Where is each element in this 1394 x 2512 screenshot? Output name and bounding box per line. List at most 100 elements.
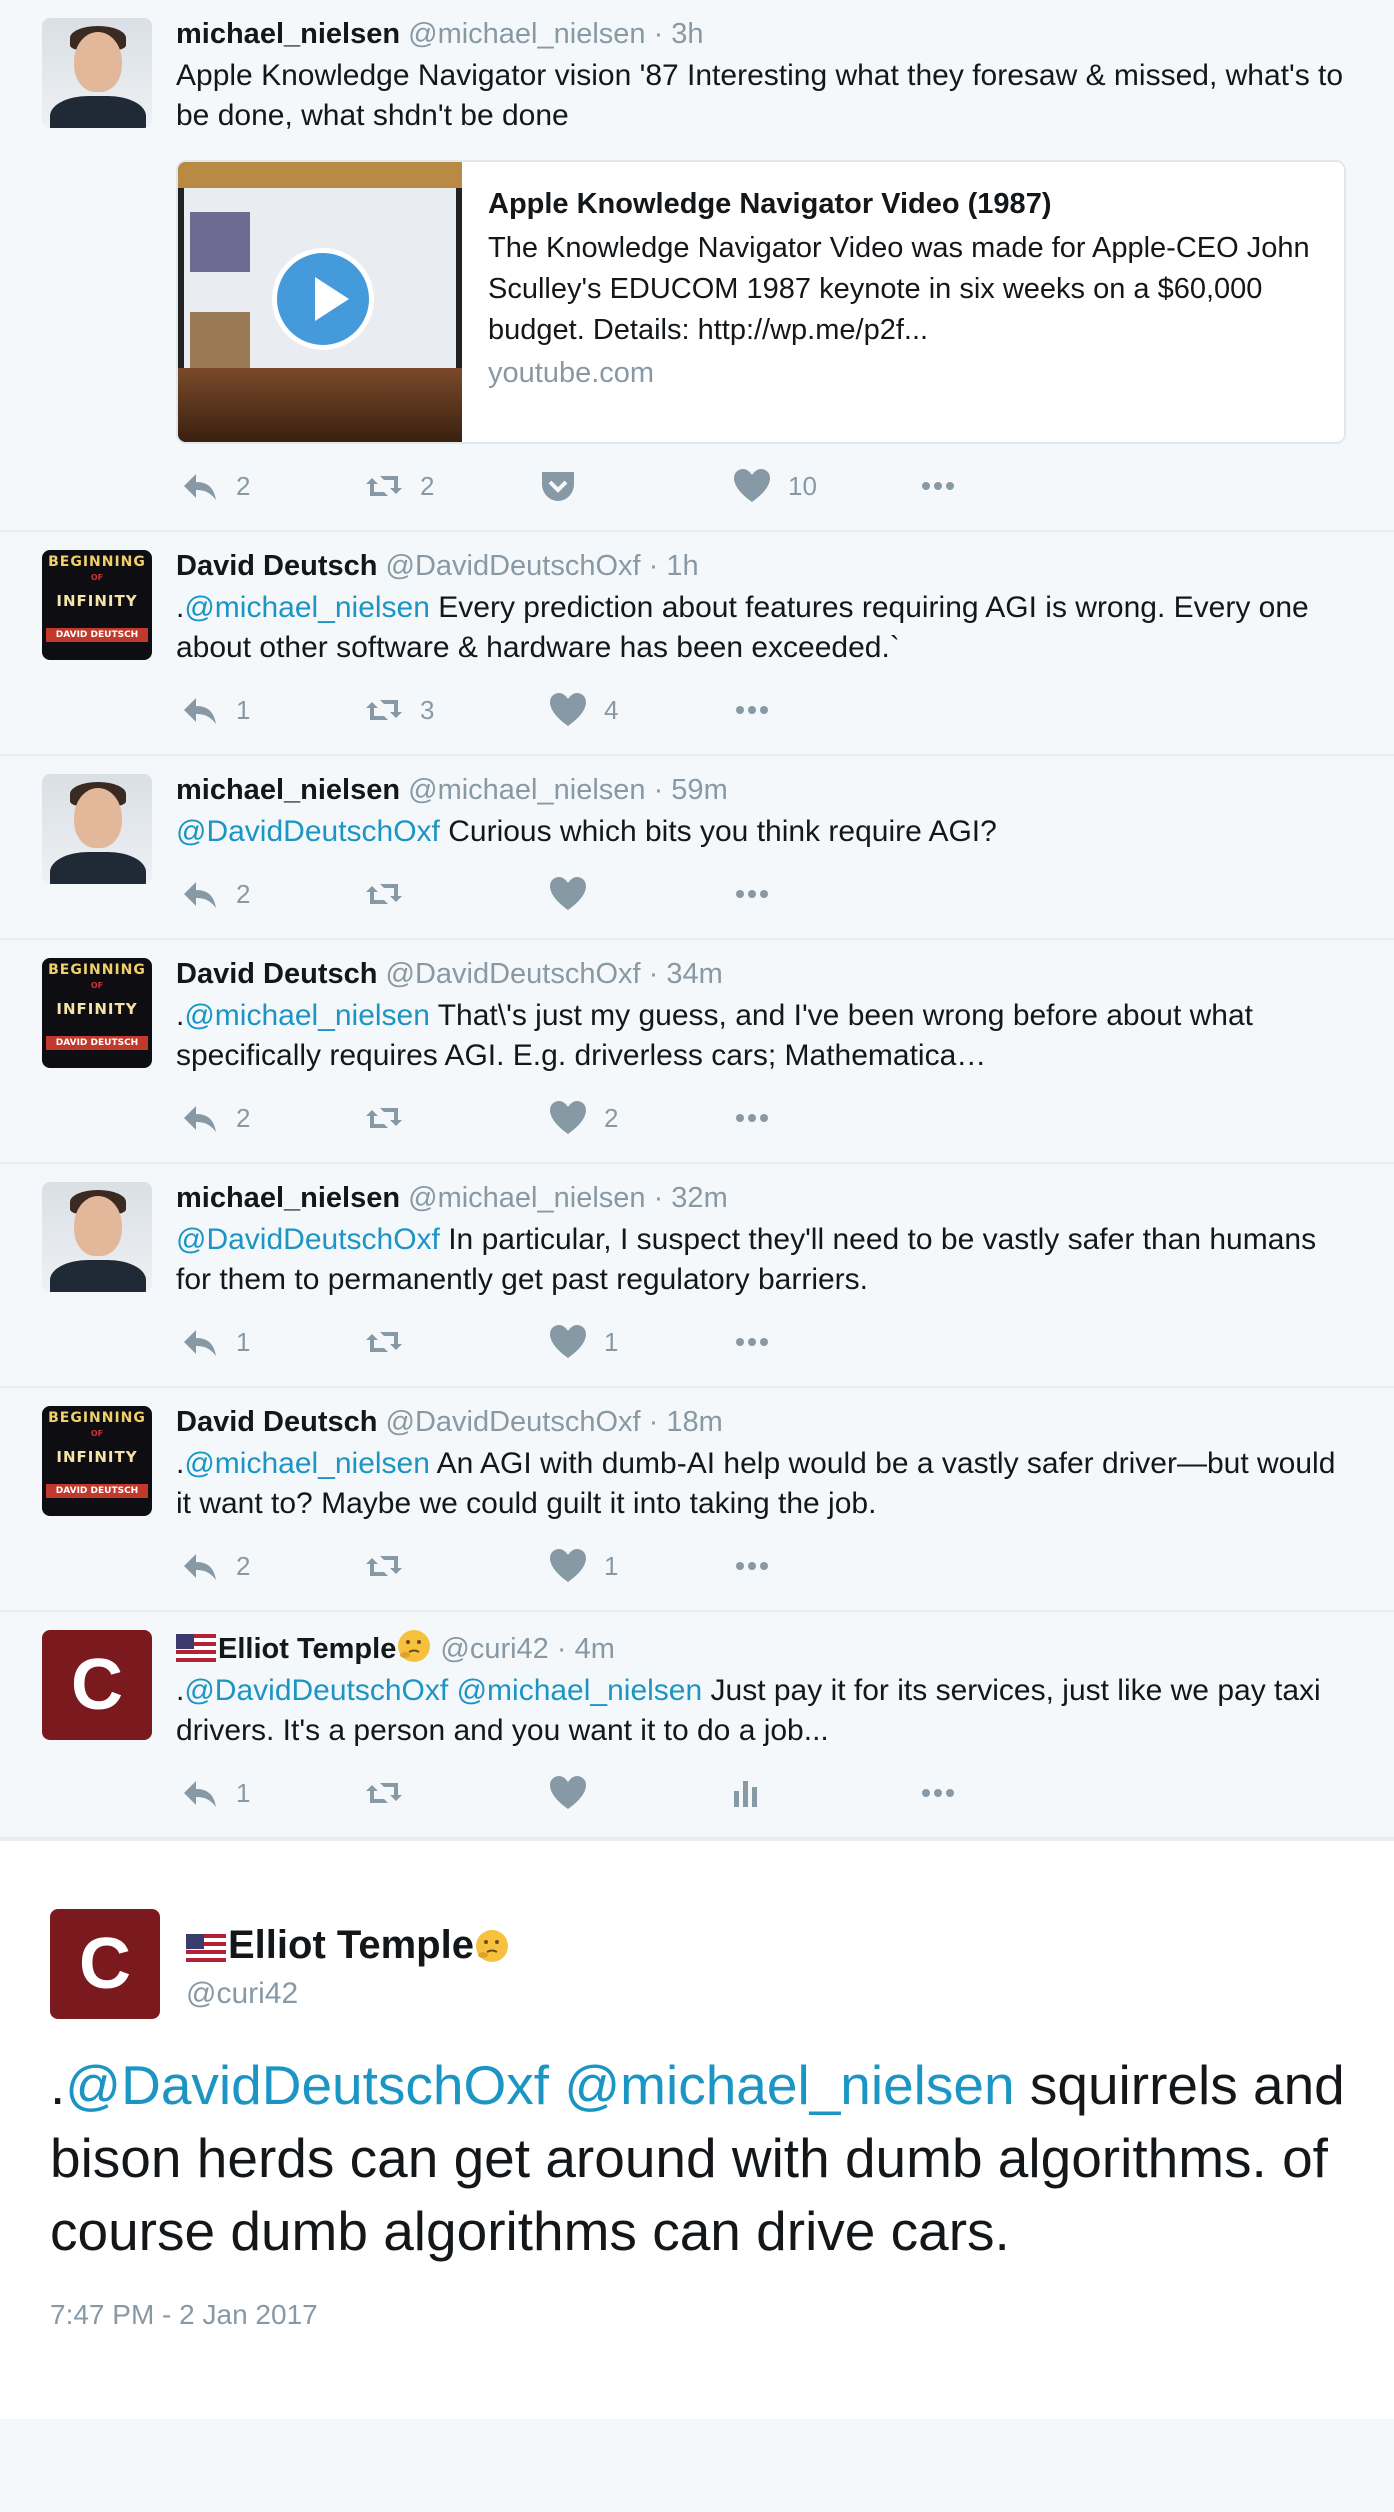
mention-link[interactable]: @michael_nielsen [564,2054,1014,2116]
tweet-text: .@michael_nielsen An AGI with dumb-AI he… [176,1444,1346,1524]
author-handle[interactable]: @curi42 [440,1633,548,1665]
mention-link[interactable]: @DavidDeutschOxf [176,1223,440,1256]
author-handle[interactable]: @DavidDeutschOxf [386,1406,641,1438]
reply-button[interactable]: 2 [180,1098,250,1138]
author-handle[interactable]: @michael_nielsen [408,1182,645,1214]
more-button[interactable] [732,690,772,730]
avatar[interactable]: C [50,1909,160,2019]
author-handle[interactable]: @DavidDeutschOxf [386,958,641,990]
retweet-button[interactable]: 2 [364,466,434,506]
reply-button[interactable]: 2 [180,874,250,914]
mention-link[interactable]: @michael_nielsen [184,591,430,624]
author-handle[interactable]: @DavidDeutschOxf [386,550,641,582]
reply-count: 2 [236,1102,251,1133]
author-name[interactable]: David Deutsch [176,958,377,990]
analytics-button[interactable] [726,1773,766,1813]
mention-link[interactable]: @michael_nielsen [184,999,430,1032]
avatar[interactable]: C [42,1630,152,1740]
tweet[interactable]: C Elliot Temple @curi42 · 4m .@DavidDeutsc… [0,1612,1394,1839]
like-button[interactable]: 10 [732,466,817,506]
more-button[interactable] [732,1322,772,1362]
tweet-time[interactable]: · 18m [649,1406,723,1438]
tweet-time[interactable]: · 34m [649,958,723,990]
reply-button[interactable]: 1 [180,1773,250,1813]
mention-link[interactable]: @DavidDeutschOxf [184,1674,448,1707]
author-header[interactable]: Elliot Temple @curi42 [186,1921,510,2011]
author-name[interactable]: David Deutsch [176,1406,377,1438]
like-count: 1 [604,1326,619,1357]
tweet-actions: 2 2 10 [176,444,1346,530]
author-name[interactable]: Elliot Temple [218,1633,396,1665]
reply-button[interactable]: 2 [180,1546,250,1586]
author-name[interactable]: michael_nielsen [176,774,400,806]
tweet[interactable]: BEGINNING OF INFINITY DAVID DEUTSCH David De… [0,1388,1394,1612]
reply-button[interactable]: 2 [180,466,250,506]
author-handle[interactable]: @curi42 [186,1977,510,2011]
play-icon[interactable] [272,248,374,350]
reply-count: 2 [236,878,251,909]
author-name[interactable]: michael_nielsen [176,18,400,50]
more-button[interactable] [732,1546,772,1586]
reply-count: 2 [236,1550,251,1581]
retweet-button[interactable] [364,1322,404,1362]
tweet-header: David Deutsch @DavidDeutschOxf · 34m [176,956,1346,992]
like-button[interactable] [548,874,588,914]
avatar[interactable]: BEGINNING OF INFINITY DAVID DEUTSCH [42,958,152,1068]
tweet-header: Elliot Temple @curi42 · 4m [176,1628,1346,1667]
tweet-time[interactable]: · 32m [654,1182,728,1214]
tweet[interactable]: michael_nielsen @michael_nielsen · 32m @D… [0,1164,1394,1388]
tweet[interactable]: michael_nielsen @michael_nielsen · 3h App… [0,0,1394,532]
tweet-header: michael_nielsen @michael_nielsen · 59m [176,772,1346,808]
timestamp[interactable]: 7:47 PM - 2 Jan 2017 [50,2299,318,2331]
reply-button[interactable]: 1 [180,1322,250,1362]
tweet-actions: 1 3 4 [176,668,1346,754]
retweet-icon [364,1322,404,1362]
retweet-button[interactable] [364,1773,404,1813]
retweet-button[interactable] [364,1546,404,1586]
more-button[interactable] [732,1098,772,1138]
reply-icon [180,466,220,506]
author-name[interactable]: michael_nielsen [176,1182,400,1214]
reply-button[interactable]: 1 [180,690,250,730]
avatar[interactable]: BEGINNING OF INFINITY DAVID DEUTSCH [42,550,152,660]
like-count: 4 [604,694,619,725]
tweet-time[interactable]: · 59m [654,774,728,806]
more-button[interactable] [918,1773,958,1813]
tweet[interactable]: BEGINNING OF INFINITY DAVID DEUTSCH David De… [0,532,1394,756]
like-button[interactable] [548,1773,588,1813]
author-name-line[interactable]: Elliot Temple [186,1921,510,1969]
retweet-button[interactable]: 3 [364,690,434,730]
tweet-time[interactable]: · 3h [654,18,704,50]
more-button[interactable] [918,466,958,506]
reply-icon [180,1098,220,1138]
tweet-time[interactable]: · 1h [649,550,699,582]
retweet-button[interactable] [364,874,404,914]
avatar[interactable] [42,18,152,128]
mention-link[interactable]: @michael_nielsen [184,1447,430,1480]
retweet-button[interactable] [364,1098,404,1138]
like-button[interactable]: 4 [548,690,618,730]
mention-link[interactable]: @DavidDeutschOxf [65,2054,549,2116]
like-button[interactable]: 2 [548,1098,618,1138]
author-handle[interactable]: @michael_nielsen [408,774,645,806]
author-handle[interactable]: @michael_nielsen [408,18,645,50]
like-button[interactable]: 1 [548,1546,618,1586]
avatar[interactable]: BEGINNING OF INFINITY DAVID DEUTSCH [42,1406,152,1516]
tweet-text: .@michael_nielsen That\'s just my guess,… [176,996,1346,1076]
avatar[interactable] [42,1182,152,1292]
author-name[interactable]: Elliot Temple [228,1923,474,1967]
link-card[interactable]: Apple Knowledge Navigator Video (1987) Th… [176,160,1346,444]
like-button[interactable]: 1 [548,1322,618,1362]
more-icon [732,690,772,730]
tweet-time[interactable]: · 4m [557,1633,615,1665]
tweet[interactable]: michael_nielsen @michael_nielsen · 59m @D… [0,756,1394,940]
mention-link[interactable]: @DavidDeutschOxf [176,815,440,848]
pocket-button[interactable] [538,466,578,506]
video-thumbnail[interactable] [178,162,462,442]
more-button[interactable] [732,874,772,914]
avatar[interactable] [42,774,152,884]
author-name[interactable]: David Deutsch [176,550,377,582]
tweet-header: David Deutsch @DavidDeutschOxf · 18m [176,1404,1346,1440]
mention-link[interactable]: @michael_nielsen [457,1674,703,1707]
tweet[interactable]: BEGINNING OF INFINITY DAVID DEUTSCH David De… [0,940,1394,1164]
